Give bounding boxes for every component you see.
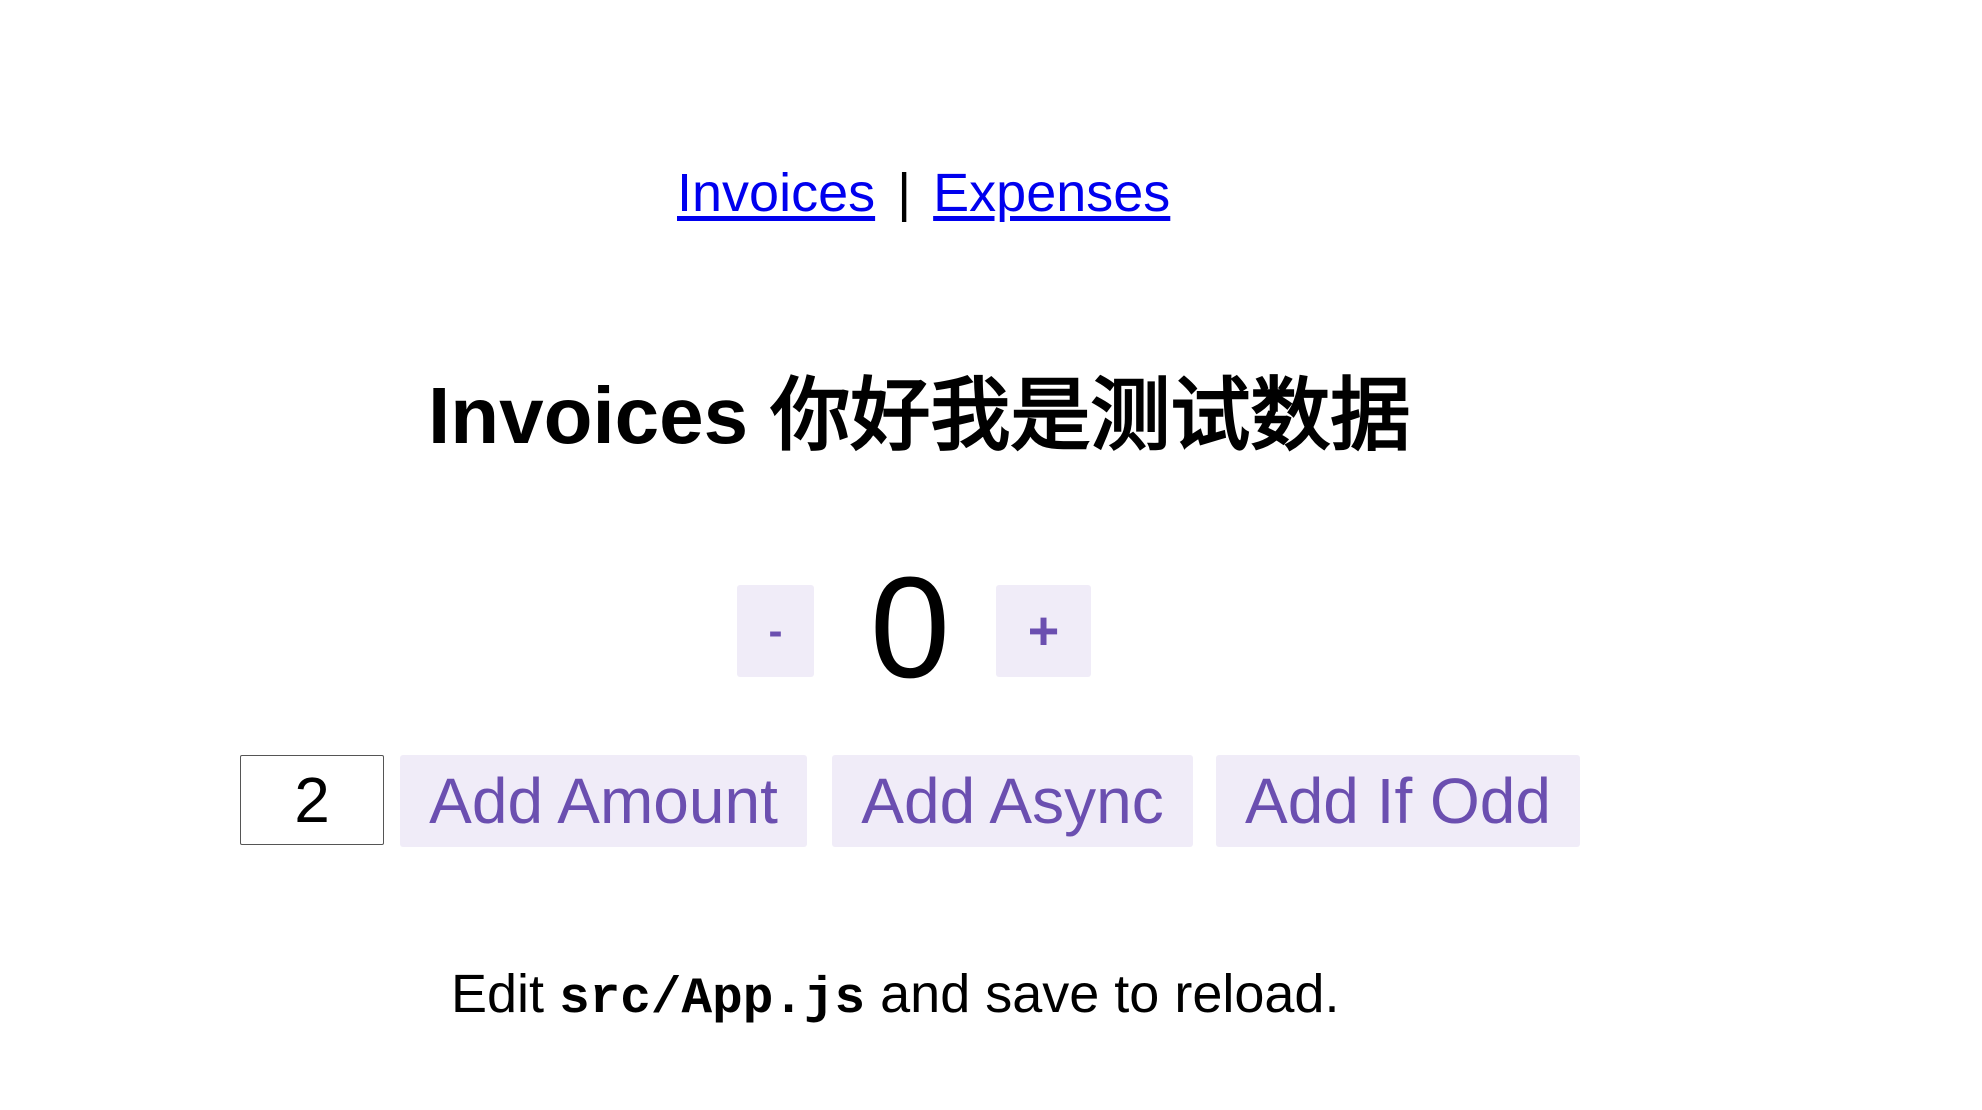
edit-hint: Edit src/App.js and save to reload. (451, 954, 1401, 1034)
decrement-button[interactable]: - (737, 585, 814, 677)
top-navigation: Invoices | Expenses (677, 158, 1170, 228)
nav-separator: | (897, 163, 912, 223)
edit-hint-suffix: and save to reload. (865, 964, 1340, 1024)
add-if-odd-button[interactable]: Add If Odd (1216, 755, 1580, 847)
counter-value: 0 (869, 547, 951, 708)
page-title: Invoices 你好我是测试数据 (428, 371, 1411, 460)
add-amount-button[interactable]: Add Amount (400, 755, 807, 847)
expenses-link[interactable]: Expenses (933, 163, 1170, 223)
increment-amount-input[interactable] (240, 755, 384, 845)
edit-hint-file-path: src/App.js (559, 971, 866, 1028)
edit-hint-prefix: Edit (451, 964, 560, 1024)
add-async-button[interactable]: Add Async (832, 755, 1193, 847)
invoices-link[interactable]: Invoices (677, 163, 875, 223)
increment-button[interactable]: + (996, 585, 1091, 677)
